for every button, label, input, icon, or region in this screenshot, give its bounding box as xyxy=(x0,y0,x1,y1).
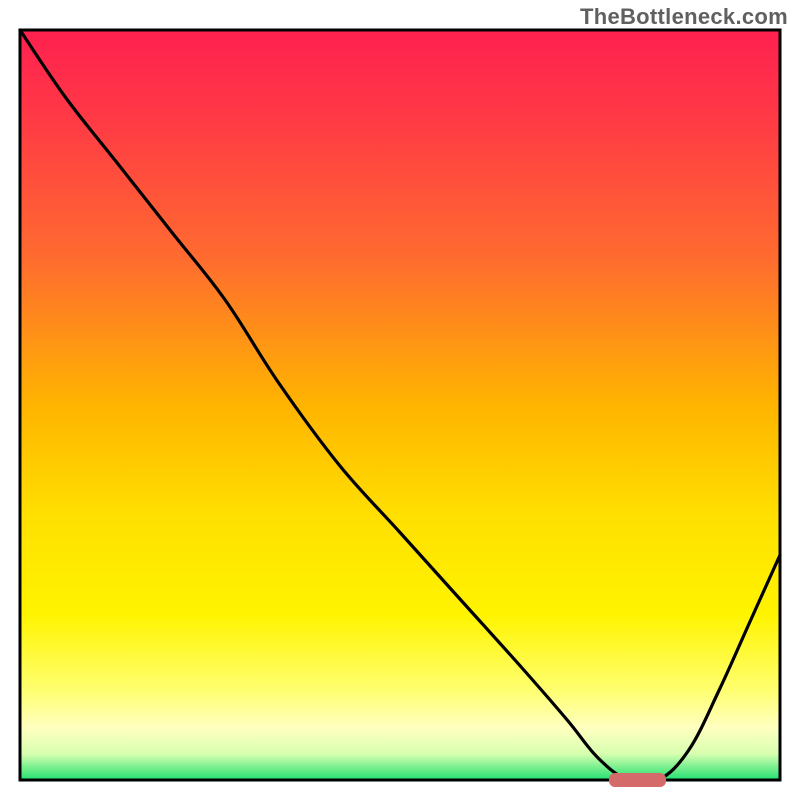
target-marker xyxy=(609,773,666,787)
bottleneck-chart xyxy=(0,0,800,800)
plot-background xyxy=(20,30,780,780)
watermark-text: TheBottleneck.com xyxy=(580,4,788,30)
